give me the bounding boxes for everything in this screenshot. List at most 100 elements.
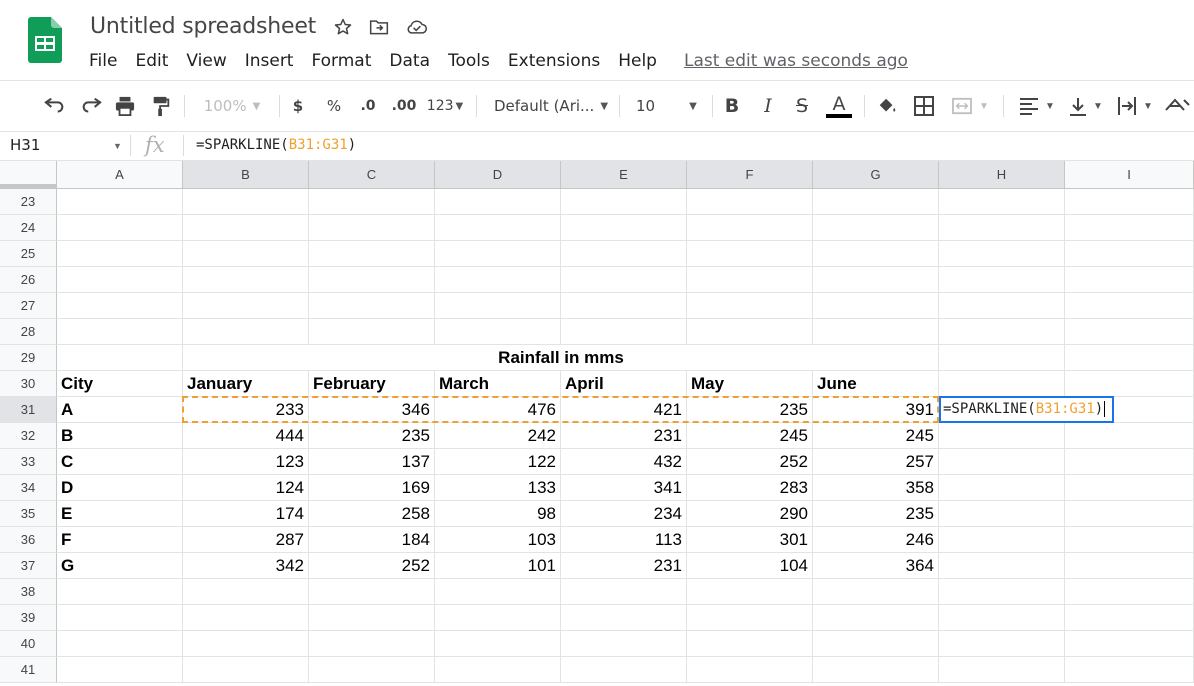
row-header-26[interactable]: 26 — [0, 267, 57, 293]
cell-f31[interactable]: 235 — [687, 397, 813, 423]
cell-c28[interactable] — [309, 319, 435, 345]
move-folder-icon[interactable] — [366, 14, 392, 40]
cell-c41[interactable] — [309, 657, 435, 683]
cell-e41[interactable] — [561, 657, 687, 683]
cell-f32[interactable]: 245 — [687, 423, 813, 449]
row-header-27[interactable]: 27 — [0, 293, 57, 319]
cell-g35[interactable]: 235 — [813, 501, 939, 527]
menu-help[interactable]: Help — [609, 51, 666, 71]
cell-a37[interactable]: G — [57, 553, 183, 579]
cell-b23[interactable] — [183, 189, 309, 215]
cell-b39[interactable] — [183, 605, 309, 631]
cell-g33[interactable]: 257 — [813, 449, 939, 475]
cell-a32[interactable]: B — [57, 423, 183, 449]
cell-b32[interactable]: 444 — [183, 423, 309, 449]
cell-a34[interactable]: D — [57, 475, 183, 501]
zoom-select[interactable]: 100% ▼ — [192, 94, 272, 118]
cell-h29[interactable] — [939, 345, 1065, 371]
merge-cells-icon[interactable]: ▼ — [950, 94, 990, 118]
cell-g39[interactable] — [813, 605, 939, 631]
cell-f33[interactable]: 252 — [687, 449, 813, 475]
cell-f40[interactable] — [687, 631, 813, 657]
cell-h40[interactable] — [939, 631, 1065, 657]
cell-i37[interactable] — [1065, 553, 1194, 579]
cell-g28[interactable] — [813, 319, 939, 345]
cell-c40[interactable] — [309, 631, 435, 657]
cell-i23[interactable] — [1065, 189, 1194, 215]
cell-c35[interactable]: 258 — [309, 501, 435, 527]
cell-g37[interactable]: 364 — [813, 553, 939, 579]
cell-e37[interactable]: 231 — [561, 553, 687, 579]
cell-d32[interactable]: 242 — [435, 423, 561, 449]
cell-d30[interactable]: March — [435, 371, 561, 397]
cell-b40[interactable] — [183, 631, 309, 657]
cell-g31[interactable]: 391 — [813, 397, 939, 423]
cell-c36[interactable]: 184 — [309, 527, 435, 553]
cell-d39[interactable] — [435, 605, 561, 631]
cell-i27[interactable] — [1065, 293, 1194, 319]
cell-h34[interactable] — [939, 475, 1065, 501]
cell-h23[interactable] — [939, 189, 1065, 215]
cell-d40[interactable] — [435, 631, 561, 657]
cell-g41[interactable] — [813, 657, 939, 683]
text-color-button[interactable]: A — [826, 94, 852, 118]
cell-c25[interactable] — [309, 241, 435, 267]
cell-h27[interactable] — [939, 293, 1065, 319]
cell-b28[interactable] — [183, 319, 309, 345]
cell-e28[interactable] — [561, 319, 687, 345]
cell-e31[interactable]: 421 — [561, 397, 687, 423]
spreadsheet-grid[interactable]: ABCDEFGHI 23 24 25 26 27 28 29 30 31 32 33 34 35 36 37… — [0, 161, 1194, 686]
menu-tools[interactable]: Tools — [439, 51, 499, 71]
cell-a36[interactable]: F — [57, 527, 183, 553]
cell-b27[interactable] — [183, 293, 309, 319]
cell-e40[interactable] — [561, 631, 687, 657]
row-header-23[interactable]: 23 — [0, 189, 57, 215]
cell-h38[interactable] — [939, 579, 1065, 605]
cell-g34[interactable]: 358 — [813, 475, 939, 501]
italic-button[interactable]: I — [756, 94, 780, 118]
borders-icon[interactable] — [912, 94, 936, 118]
row-header-36[interactable]: 36 — [0, 527, 57, 553]
column-header-c[interactable]: C — [309, 161, 435, 189]
cell-g25[interactable] — [813, 241, 939, 267]
select-all-corner[interactable] — [0, 161, 57, 189]
cell-a40[interactable] — [57, 631, 183, 657]
sheets-logo[interactable] — [28, 17, 62, 63]
column-header-f[interactable]: F — [687, 161, 813, 189]
cell-d28[interactable] — [435, 319, 561, 345]
cell-i24[interactable] — [1065, 215, 1194, 241]
cell-h25[interactable] — [939, 241, 1065, 267]
row-header-25[interactable]: 25 — [0, 241, 57, 267]
cell-e35[interactable]: 234 — [561, 501, 687, 527]
cell-f26[interactable] — [687, 267, 813, 293]
cell-i26[interactable] — [1065, 267, 1194, 293]
cell-e27[interactable] — [561, 293, 687, 319]
column-header-i[interactable]: I — [1065, 161, 1194, 189]
active-cell-editor[interactable]: =SPARKLINE(B31:G31) — [939, 396, 1114, 423]
cell-h28[interactable] — [939, 319, 1065, 345]
cell-i38[interactable] — [1065, 579, 1194, 605]
row-header-40[interactable]: 40 — [0, 631, 57, 657]
cell-f25[interactable] — [687, 241, 813, 267]
cell-e30[interactable]: April — [561, 371, 687, 397]
cell-i25[interactable] — [1065, 241, 1194, 267]
cell-e24[interactable] — [561, 215, 687, 241]
cell-f28[interactable] — [687, 319, 813, 345]
row-header-38[interactable]: 38 — [0, 579, 57, 605]
cell-i41[interactable] — [1065, 657, 1194, 683]
cell-f24[interactable] — [687, 215, 813, 241]
cell-g32[interactable]: 245 — [813, 423, 939, 449]
cell-c38[interactable] — [309, 579, 435, 605]
row-header-41[interactable]: 41 — [0, 657, 57, 683]
cell-e26[interactable] — [561, 267, 687, 293]
cell-h33[interactable] — [939, 449, 1065, 475]
cell-g23[interactable] — [813, 189, 939, 215]
cell-h41[interactable] — [939, 657, 1065, 683]
cell-d25[interactable] — [435, 241, 561, 267]
row-header-28[interactable]: 28 — [0, 319, 57, 345]
cell-e25[interactable] — [561, 241, 687, 267]
cell-d34[interactable]: 133 — [435, 475, 561, 501]
cell-i36[interactable] — [1065, 527, 1194, 553]
cell-h24[interactable] — [939, 215, 1065, 241]
decrease-decimal-button[interactable]: .0 — [355, 94, 381, 118]
